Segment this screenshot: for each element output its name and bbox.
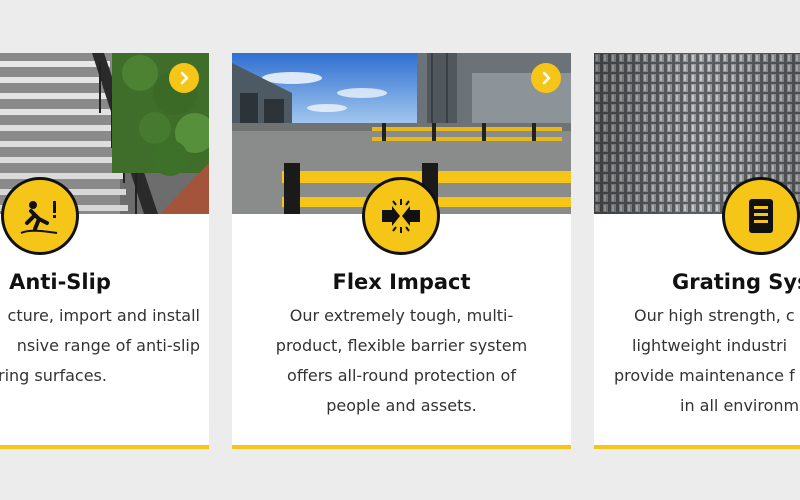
slip-hazard-badge	[1, 177, 79, 255]
chevron-right-icon	[542, 71, 551, 85]
card-title: Grating Syst	[672, 270, 800, 294]
product-card-anti-slip[interactable]: Anti-Slip cture, import and install nsiv…	[0, 53, 209, 449]
grating-badge	[722, 177, 800, 255]
card-title: Anti-Slip	[9, 270, 111, 294]
chevron-right-icon	[180, 71, 189, 85]
card-description: Our extremely tough, multi- product, fle…	[275, 306, 528, 415]
impact-badge	[362, 177, 440, 255]
product-card-grating-systems[interactable]: Grating Syst Our high strength, c lightw…	[594, 53, 800, 449]
impact-arrows-icon	[382, 199, 420, 233]
card-link-button[interactable]	[531, 63, 561, 93]
document-icon	[749, 199, 773, 233]
card-title: Flex Impact	[332, 270, 471, 294]
card-description: Our high strength, c lightweight industr…	[614, 306, 800, 415]
slip-hazard-icon	[20, 201, 58, 234]
card-description: cture, import and install nsive range of…	[0, 306, 200, 385]
card-link-button[interactable]	[169, 63, 199, 93]
product-card-flex-impact[interactable]: Flex Impact Our extremely tough, multi- …	[232, 53, 571, 449]
